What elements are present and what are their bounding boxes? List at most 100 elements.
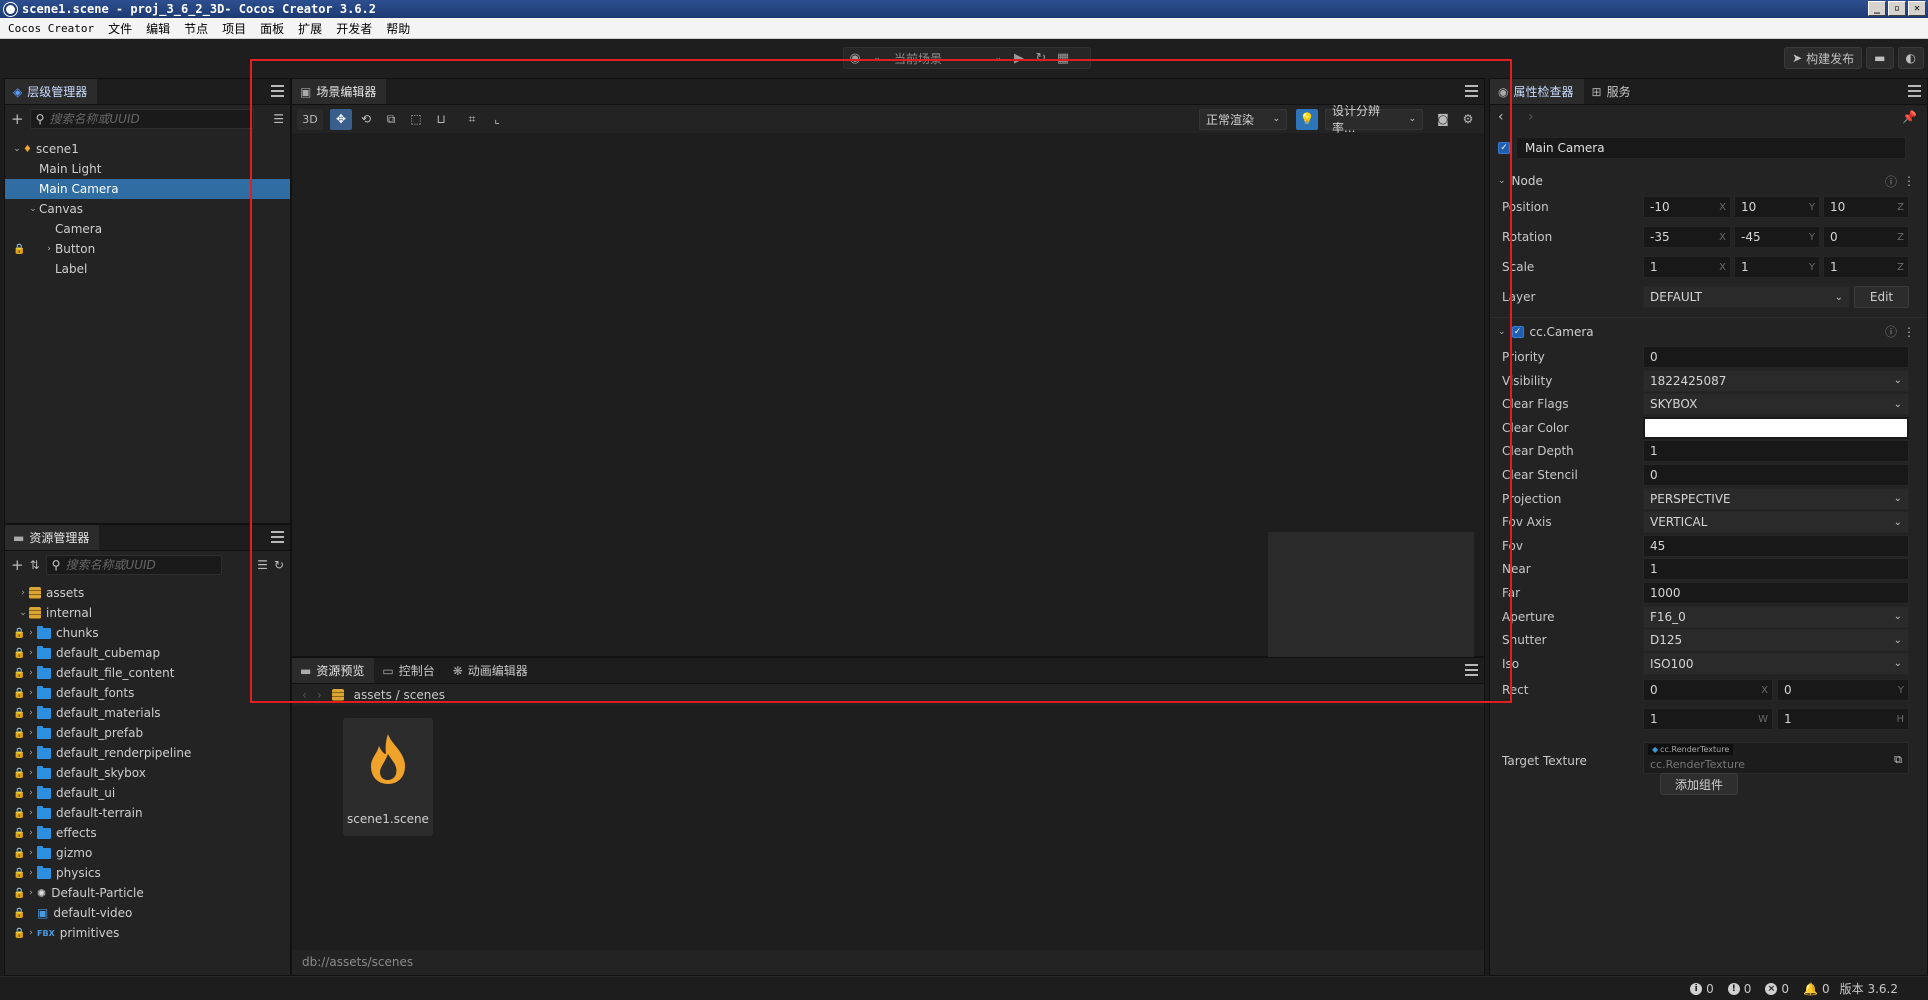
lock-icon[interactable]: 🔒 [13, 848, 25, 859]
lock-icon[interactable]: 🔒 [13, 808, 25, 819]
scene-select[interactable]: 当前场景 ⌄ [888, 48, 1008, 68]
camera-prop-select[interactable]: 1822425087 ⌄ [1643, 369, 1909, 392]
lock-icon[interactable]: 🔒 [13, 928, 25, 939]
sort-icon[interactable]: ⇅ [30, 558, 40, 572]
node-name-field[interactable]: Main Camera [1516, 137, 1906, 159]
pivot-icon[interactable]: ⌗ [461, 109, 483, 130]
chevron-right-icon[interactable]: › [43, 244, 55, 254]
add-node-icon[interactable]: + [11, 110, 24, 128]
lock-icon[interactable]: 🔒 [13, 668, 25, 679]
rotation-x-field[interactable]: -35 X [1643, 226, 1731, 248]
asset-item[interactable]: 🔒 › default_materials [5, 703, 290, 723]
scene-asset-tile[interactable]: scene1.scene [343, 718, 433, 836]
hierarchy-search-input[interactable] [49, 112, 248, 126]
assets-search-input[interactable] [65, 558, 216, 572]
gear-icon[interactable]: ⚙ [1457, 109, 1479, 130]
layer-edit-button[interactable]: Edit [1854, 286, 1909, 308]
rect-h-field[interactable]: 1H [1777, 708, 1909, 730]
asset-item[interactable]: 🔒 › physics [5, 863, 290, 883]
menu-cocos-creator[interactable]: Cocos Creator [0, 22, 101, 35]
camera-prop-field[interactable]: 1000 [1643, 582, 1909, 604]
camera-prop-select[interactable]: VERTICAL ⌄ [1643, 511, 1909, 534]
snap-tool-icon[interactable]: ⊔ [430, 109, 452, 130]
help-icon[interactable]: ⓘ [1885, 323, 1897, 340]
collapse-all-icon[interactable]: ☰ [257, 558, 268, 572]
lock-icon[interactable]: 🔒 [13, 908, 25, 919]
scene-viewport[interactable] [292, 133, 1484, 668]
target-texture-field[interactable]: ◆ cc.RenderTexture ⧉ [1643, 742, 1909, 774]
tab-asset-preview[interactable]: ▬ 资源预览 [292, 658, 375, 683]
node-active-checkbox[interactable]: ✓ [1498, 142, 1510, 154]
camera-prop-select[interactable]: D125 ⌄ [1643, 629, 1909, 652]
chevron-right-icon[interactable]: › [25, 888, 37, 898]
chevron-down-icon[interactable]: ⌄ [17, 608, 29, 618]
rotation-y-field[interactable]: -45 Y [1734, 226, 1820, 248]
asset-item[interactable]: 🔒 › default_skybox [5, 763, 290, 783]
chevron-right-icon[interactable]: › [25, 668, 37, 678]
chevron-down-icon[interactable]: ⌄ [27, 204, 39, 214]
asset-item[interactable]: 🔒 ▣ default-video [5, 903, 290, 923]
layer-select[interactable]: DEFAULT ⌄ [1643, 286, 1850, 308]
scale-x-field[interactable]: 1X [1643, 256, 1731, 278]
chevron-right-icon[interactable]: › [25, 868, 37, 878]
chevron-right-icon[interactable]: › [25, 808, 37, 818]
chevron-right-icon[interactable]: › [25, 848, 37, 858]
hierarchy-menu-icon[interactable] [271, 85, 284, 97]
menu-help[interactable]: 帮助 [379, 20, 417, 37]
rect-w-field[interactable]: 1W [1643, 708, 1773, 730]
menu-node[interactable]: 节点 [177, 20, 215, 37]
assets-menu-icon[interactable] [271, 531, 284, 543]
play-icon[interactable]: ▶ [1008, 48, 1030, 68]
status-warning[interactable]: ! 0 [1727, 982, 1751, 996]
lock-icon[interactable]: 🔒 [13, 728, 25, 739]
refresh-icon[interactable]: ↻ [1030, 48, 1052, 68]
tab-console[interactable]: ▭ 控制台 [374, 658, 444, 683]
menu-panel[interactable]: 面板 [253, 20, 291, 37]
camera-enabled-checkbox[interactable]: ✓ [1511, 325, 1524, 338]
status-notify[interactable]: 🔔 0 版本 3.6.2 [1803, 980, 1898, 997]
asset-item[interactable]: 🔒 › effects [5, 823, 290, 843]
chevron-down-icon[interactable]: ⌄ [11, 144, 23, 154]
chevron-right-icon[interactable]: › [25, 728, 37, 738]
lock-icon[interactable]: 🔒 [13, 888, 25, 899]
chevron-right-icon[interactable]: › [25, 708, 37, 718]
position-z-field[interactable]: 10 Z [1823, 196, 1909, 218]
lock-icon[interactable]: 🔒 [13, 748, 25, 759]
minimize-button[interactable]: _ [1868, 1, 1886, 16]
preview-platform-icon[interactable]: ◉ [844, 48, 866, 68]
hierarchy-node[interactable]: Main Camera [5, 179, 290, 199]
resolution-select[interactable]: 设计分辨率... ⌄ [1325, 104, 1423, 135]
toggle-3d-button[interactable]: 3D [297, 108, 323, 130]
asset-item[interactable]: 🔒 › default_ui [5, 783, 290, 803]
lock-icon[interactable]: 🔒 [13, 688, 25, 699]
rect-tool-icon[interactable]: ⬚ [405, 109, 427, 130]
tab-inspector[interactable]: ◉ 属性检查器 [1490, 79, 1584, 104]
asset-item[interactable]: 🔒 › ✺ Default-Particle [5, 883, 290, 903]
more-icon[interactable]: ⋮ [1903, 174, 1915, 188]
help-icon[interactable]: ⓘ [1885, 173, 1897, 190]
chevron-right-icon[interactable]: › [25, 768, 37, 778]
lock-icon[interactable]: 🔒 [13, 244, 25, 255]
camera-section-header[interactable]: ⌄ ✓ cc.Camera ⓘ ⋮ [1490, 317, 1927, 345]
asset-item[interactable]: 🔒 › default_fonts [5, 683, 290, 703]
light-bulb-icon[interactable]: 💡 [1296, 108, 1318, 130]
lock-icon[interactable]: 🔒 [13, 708, 25, 719]
asset-picker-icon[interactable]: ⧉ [1894, 753, 1902, 767]
chevron-right-icon[interactable]: › [25, 628, 37, 638]
list-view-icon[interactable]: ☰ [273, 112, 284, 126]
coordinate-icon[interactable]: ⌞ [486, 109, 508, 130]
forward-icon[interactable]: › [1528, 109, 1534, 125]
asset-item[interactable]: › assets [5, 583, 290, 603]
add-asset-icon[interactable]: + [11, 556, 24, 574]
render-mode-select[interactable]: 正常渲染 ⌄ [1199, 108, 1287, 130]
hierarchy-node[interactable]: Main Light [5, 159, 290, 179]
hierarchy-node[interactable]: 🔒 › Button [5, 239, 290, 259]
tab-services[interactable]: ⊞ 服务 [1584, 79, 1641, 104]
lock-icon[interactable]: 🔒 [13, 648, 25, 659]
node-section-header[interactable]: ⌄ Node ⓘ ⋮ [1490, 167, 1927, 195]
rect-y-field[interactable]: 0Y [1777, 679, 1909, 701]
asset-item[interactable]: 🔒 › default_file_content [5, 663, 290, 683]
tab-animation[interactable]: ❋ 动画编辑器 [445, 658, 538, 683]
status-error[interactable]: × 0 [1765, 982, 1789, 996]
camera-prop-select[interactable]: ISO100 ⌄ [1643, 652, 1909, 675]
